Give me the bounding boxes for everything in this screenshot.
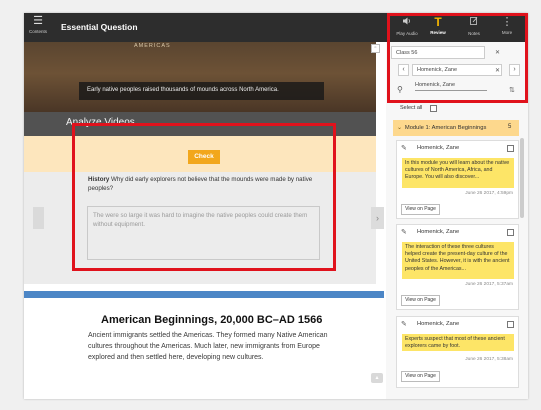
note-card: ✎ Homenick, Zane The interaction of thes… (396, 224, 519, 310)
select-all-checkbox[interactable] (430, 105, 437, 112)
note-checkbox[interactable] (507, 321, 514, 328)
section-title: American Beginnings, 20,000 BC–AD 1566 (101, 314, 323, 326)
highlight-box-review-tools (387, 13, 528, 103)
highlight-box-question (72, 123, 336, 271)
view-on-page-button[interactable]: View on Page (401, 204, 440, 215)
chevron-right-icon: › (376, 213, 379, 223)
section-divider-bar (24, 291, 384, 298)
select-all-label: Select all (400, 105, 423, 111)
section-body: Ancient immigrants settled the Americas.… (88, 332, 328, 361)
scroll-up-button[interactable]: ▴ (371, 373, 383, 383)
module-header[interactable]: ⌄ Module 1: American Beginnings (393, 120, 519, 136)
hero-caption: Early native peoples raised thousands of… (79, 82, 324, 100)
note-card: ✎ Homenick, Zane In this module you will… (396, 140, 519, 219)
contents-label: Contents (28, 29, 47, 34)
note-author: Homenick, Zane (417, 229, 460, 235)
note-date: June 26 2017, 5:37am (465, 282, 513, 287)
note-checkbox[interactable] (507, 145, 514, 152)
contents-menu-button[interactable]: ☰ Contents (26, 16, 50, 40)
previous-nav-button[interactable] (33, 207, 44, 229)
panel-scrollbar[interactable] (520, 138, 524, 218)
hero-image: AMERICAS Early native peoples raised tho… (24, 42, 376, 112)
page-title: Essential Question (61, 22, 138, 32)
note-author: Homenick, Zane (417, 321, 460, 327)
note-highlight: Experts suspect that most of these ancie… (402, 334, 514, 351)
view-on-page-button[interactable]: View on Page (401, 371, 440, 382)
chevron-up-icon: ▴ (375, 375, 379, 381)
note-author: Homenick, Zane (417, 145, 460, 151)
note-card: ✎ Homenick, Zane Experts suspect that mo… (396, 316, 519, 388)
hero-image-text: AMERICAS (134, 43, 171, 49)
note-date: June 26 2017, 4:59pm (465, 191, 513, 196)
note-checkbox[interactable] (507, 229, 514, 236)
note-highlight: In this module you will learn about the … (402, 158, 514, 188)
chevron-down-icon: ⌄ (397, 125, 402, 131)
note-highlight: The interaction of these three cultures … (402, 242, 514, 279)
next-nav-button[interactable]: › (371, 207, 384, 229)
view-on-page-button[interactable]: View on Page (401, 295, 440, 306)
module-note-count: 5 (508, 124, 512, 130)
annotation-pin-icon[interactable]: ▫ (371, 44, 380, 53)
pencil-icon: ✎ (401, 321, 407, 328)
pencil-icon: ✎ (401, 145, 407, 152)
module-label: Module 1: American Beginnings (404, 125, 487, 131)
hamburger-icon: ☰ (33, 15, 43, 27)
pencil-icon: ✎ (401, 229, 407, 236)
note-date: June 26 2017, 5:38am (465, 357, 513, 362)
